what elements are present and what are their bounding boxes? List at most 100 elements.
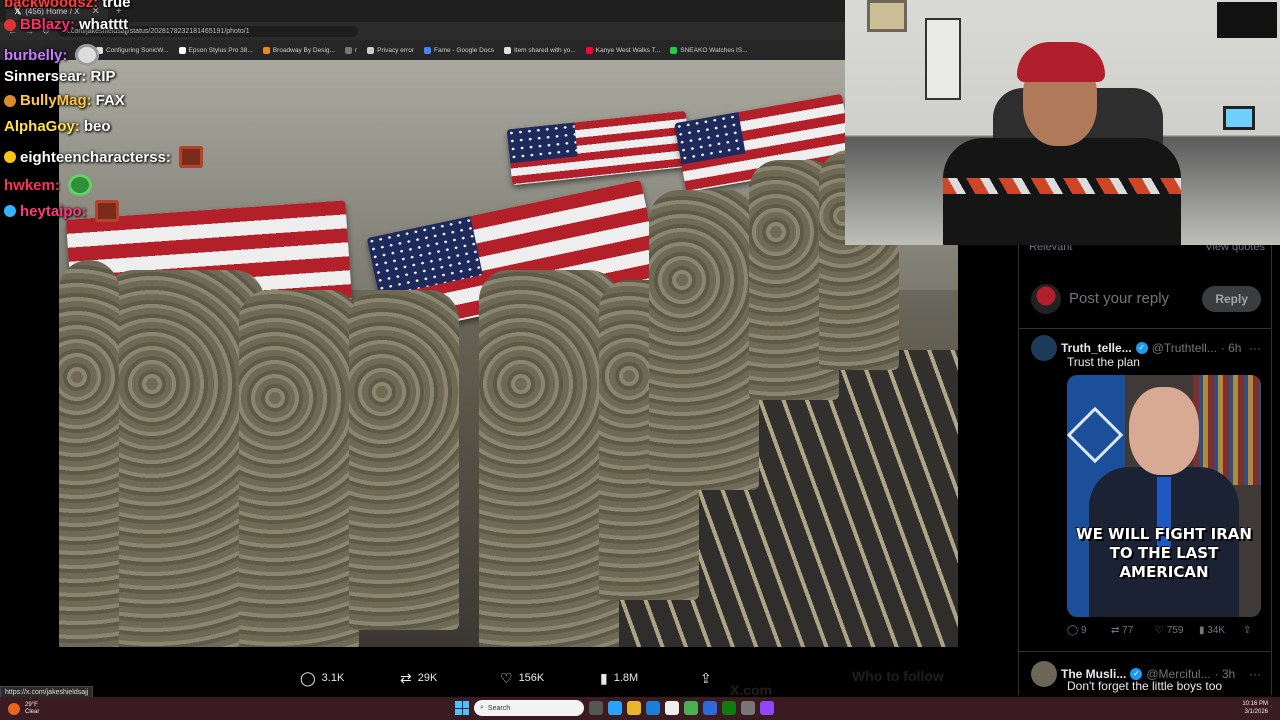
like-action[interactable]: ♡ 156K: [500, 670, 600, 687]
repost-icon: ⇄: [400, 669, 412, 686]
chat-text: whatttt: [79, 16, 129, 33]
view-quotes-link[interactable]: View quotes: [1205, 245, 1265, 253]
share-action[interactable]: ⇪: [700, 670, 720, 687]
bookmark-label: Item shared with yo...: [513, 46, 576, 54]
weather-widget[interactable]: 29°F Clear: [0, 702, 200, 716]
bookmark-item[interactable]: Kanye West Walks T...: [585, 46, 661, 54]
bookmark-item[interactable]: r: [344, 46, 358, 54]
reply-repost-count[interactable]: ⇄ 77: [1111, 625, 1155, 636]
more-options-icon[interactable]: ···: [1249, 341, 1261, 355]
chat-username: burbelly:: [4, 46, 68, 64]
bookmark-item[interactable]: Fame - Google Docs: [423, 46, 494, 54]
reply-text: Trust the plan: [1067, 355, 1140, 369]
bookmark-favicon-icon: [344, 46, 352, 54]
verified-badge-icon: ✓: [1135, 342, 1148, 354]
start-icon[interactable]: [455, 701, 469, 715]
windows-taskbar: 29°F Clear ⌕ Search 10:16 PM 3/1/2026: [0, 697, 1280, 720]
bookmark-item[interactable]: Privacy error: [367, 46, 414, 54]
bookmark-label: SNEAKO Watches IS...: [680, 46, 748, 54]
bookmark-label: Kanye West Walks T...: [595, 46, 661, 54]
bookmark-label: Broadway By Desig...: [272, 46, 335, 54]
share-icon[interactable]: ⇪: [1243, 625, 1251, 636]
reply-like-count[interactable]: ♡ 759: [1155, 625, 1199, 636]
ghost-x-label: X.com: [730, 682, 773, 698]
replies-panel: Relevant View quotes Post your reply Rep…: [1018, 245, 1272, 695]
taskbar-search[interactable]: ⌕ Search: [474, 700, 584, 716]
share-icon: ⇪: [700, 669, 712, 686]
chat-emote-icon: [178, 146, 203, 168]
views-action[interactable]: ▮ 1.8M: [600, 670, 700, 687]
flag-star: [1067, 406, 1124, 464]
repost-count: 29K: [417, 672, 438, 684]
search-icon: ⌕: [480, 704, 484, 711]
xbox-icon[interactable]: [722, 701, 736, 715]
bookmark-label: Epson Stylus Pro 38...: [188, 46, 253, 54]
soldier: [349, 290, 459, 630]
clock-date: 3/1/2026: [1244, 709, 1268, 715]
meme-caption: WE WILL FIGHT IRAN TO THE LAST AMERICAN: [1076, 525, 1252, 581]
chat-badge-icon: [4, 205, 16, 217]
bookmark-item[interactable]: Configuring SonicW...: [96, 46, 169, 54]
clock-time: 10:16 PM: [1242, 701, 1268, 707]
avatar[interactable]: [1031, 335, 1057, 361]
app-icon[interactable]: [703, 701, 717, 715]
bookmark-item[interactable]: Item shared with yo...: [503, 46, 576, 54]
bar-chart-icon: ▮: [600, 669, 608, 686]
taskbar-apps: ⌕ Search: [455, 700, 774, 716]
bookmark-item[interactable]: Epson Stylus Pro 38...: [178, 46, 253, 54]
file-explorer-icon[interactable]: [627, 701, 641, 715]
author-handle[interactable]: @Truthtell...: [1152, 341, 1217, 355]
reply-action[interactable]: ◯ 3.1K: [300, 670, 400, 687]
reply-view-count[interactable]: ▮ 34K: [1199, 625, 1243, 636]
reply-button[interactable]: Reply: [1202, 285, 1261, 312]
system-clock[interactable]: 10:16 PM 3/1/2026: [1242, 700, 1268, 716]
edge-icon[interactable]: [646, 701, 660, 715]
chat-emote-icon: [67, 174, 92, 196]
bookmark-item[interactable]: Broadway By Desig...: [262, 46, 335, 54]
chat-emote-icon: [94, 200, 119, 222]
task-view-icon[interactable]: [589, 701, 603, 715]
reply-count: 3.1K: [321, 672, 345, 684]
bookmarks-bar: Configuring SonicW... Epson Stylus Pro 38…: [0, 40, 845, 60]
avatar[interactable]: [1031, 661, 1057, 687]
chrome-icon[interactable]: [684, 701, 698, 715]
bookmark-favicon-icon: [585, 46, 593, 54]
bookmark-item[interactable]: SNEAKO Watches IS...: [670, 46, 748, 54]
chat-username: heytaipo:: [20, 202, 87, 220]
door: [925, 18, 961, 100]
reply-input[interactable]: Post your reply: [1069, 290, 1194, 307]
chat-text: FAX: [95, 92, 125, 109]
sort-row: Relevant View quotes: [1029, 245, 1265, 253]
bookmark-label: r: [354, 46, 358, 54]
store-icon[interactable]: [665, 701, 679, 715]
reply-post[interactable]: The Musli... ✓ @Merciful... · 3h ··· Don…: [1019, 661, 1271, 693]
copilot-icon[interactable]: [608, 701, 622, 715]
reply-meme-image[interactable]: WE WILL FIGHT IRAN TO THE LAST AMERICAN: [1067, 375, 1261, 617]
reply-post[interactable]: Truth_telle... ✓ @Truthtell... · 6h ··· …: [1019, 335, 1271, 636]
app-icon[interactable]: [741, 701, 755, 715]
chat-message: BullyMag: FAX: [4, 92, 125, 109]
chat-username: BullyMag:: [20, 92, 92, 109]
red-cap: [1017, 42, 1105, 82]
discord-icon[interactable]: [760, 701, 774, 715]
chat-text: true: [102, 0, 131, 11]
chat-text: RIP: [90, 68, 116, 85]
view-count: 1.8M: [613, 672, 639, 684]
chat-username: Sinnersear:: [4, 68, 87, 85]
bookmark-favicon-icon: [262, 46, 270, 54]
bookmark-favicon-icon: [367, 46, 375, 54]
bookmark-favicon-icon: [423, 46, 431, 54]
chat-badge-icon: [4, 18, 16, 31]
bookmark-favicon-icon: [178, 46, 186, 54]
divider: [1019, 651, 1271, 652]
weather-temp: 29°F: [25, 701, 38, 708]
bookmark-favicon-icon: [503, 46, 511, 54]
wall-tv: [1217, 2, 1277, 38]
more-options-icon[interactable]: ···: [1249, 667, 1261, 681]
chat-username: hwkem:: [4, 176, 60, 194]
author-name[interactable]: Truth_telle...: [1061, 341, 1132, 355]
repost-action[interactable]: ⇄ 29K: [400, 670, 500, 687]
reply-reply-count[interactable]: ◯ 9: [1067, 625, 1111, 636]
like-count: 156K: [518, 672, 545, 684]
sort-dropdown[interactable]: Relevant: [1029, 245, 1072, 253]
